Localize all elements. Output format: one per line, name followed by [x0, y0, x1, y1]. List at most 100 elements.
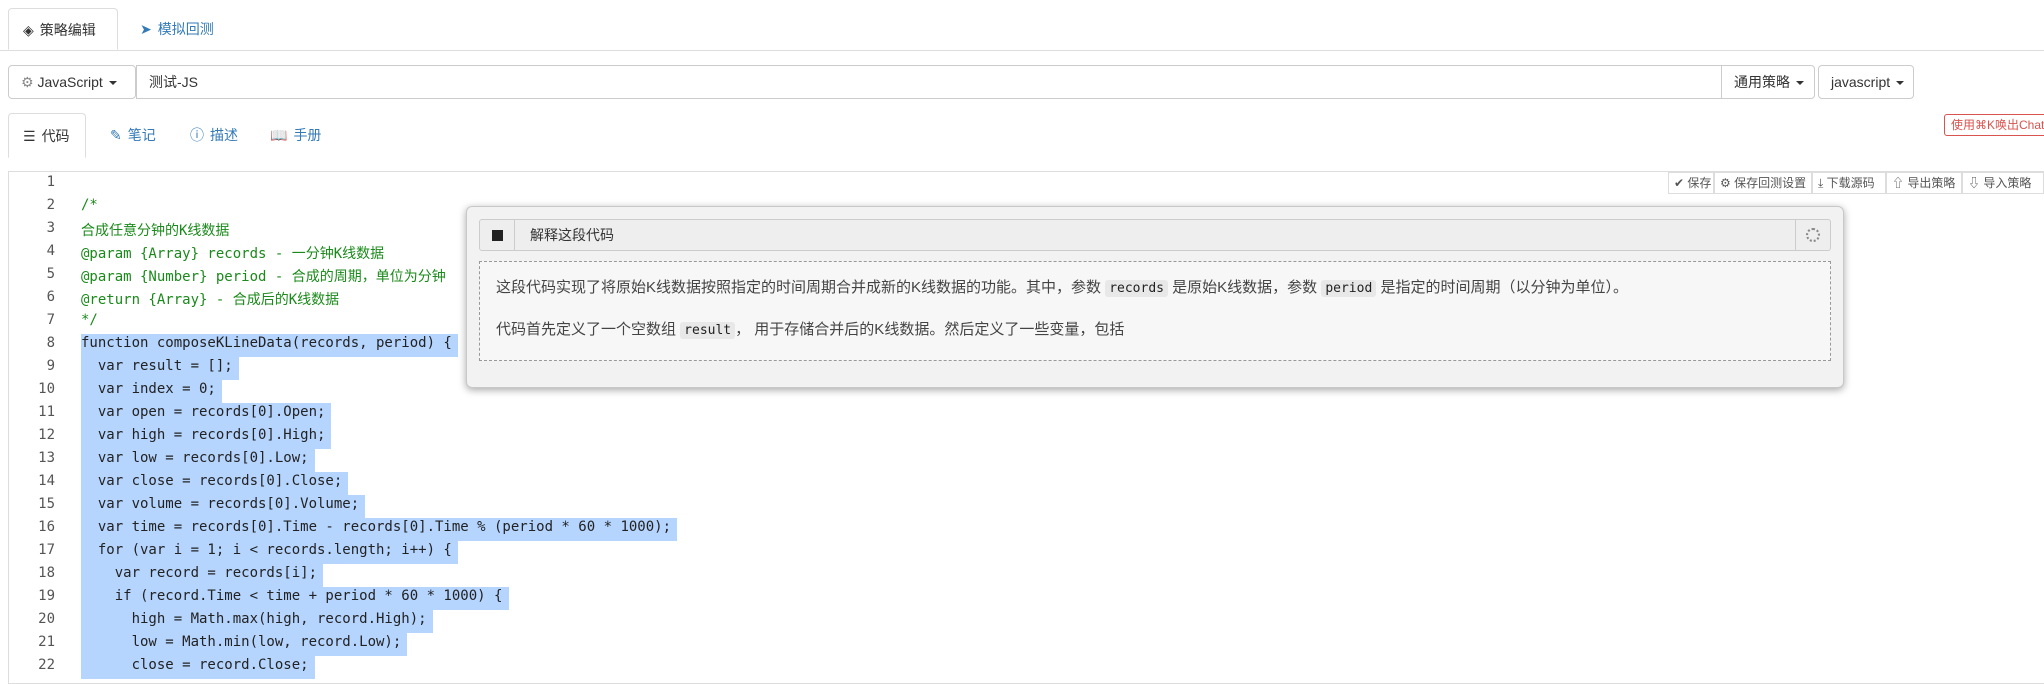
rocket-icon: ➤: [140, 21, 152, 37]
syntax-dropdown[interactable]: javascript: [1818, 65, 1914, 99]
download-source-button[interactable]: ⤓ 下载源码: [1812, 172, 1886, 194]
tab-simulated-backtest-label: 模拟回测: [157, 21, 214, 37]
import-label: 导入策略: [1983, 176, 2032, 190]
editor-toolbar: ✔ 保存 ⚙ 保存回测设置 ⤓ 下载源码 ⇧ 导出策略 ⇩ 导入策略: [1668, 172, 2044, 194]
top-tab-bar: ◈ 策略编辑 ➤ 模拟回测: [0, 0, 2044, 51]
line-number: 9: [46, 358, 55, 374]
explain-output: 这段代码实现了将原始K线数据按照指定的时间周期合并成新的K线数据的功能。其中，参…: [479, 261, 1831, 361]
line-number: 12: [38, 427, 55, 443]
caret-down-icon: [108, 81, 117, 86]
list-icon: ☰: [23, 128, 36, 144]
code-line: var high = records[0].High;: [81, 427, 326, 443]
code-line: var result = [];: [81, 358, 233, 374]
tab-description-label: 描述: [210, 127, 238, 143]
line-number: 18: [38, 565, 55, 581]
code-line: var record = records[i];: [81, 565, 318, 581]
line-number: 8: [46, 335, 55, 351]
tab-notes[interactable]: ✎ 笔记: [96, 113, 170, 158]
save-button[interactable]: ✔ 保存: [1668, 172, 1714, 194]
import-icon: ⇩: [1968, 176, 1981, 190]
stop-icon: [492, 230, 503, 241]
code-line: @param {Number} period - 合成的周期，单位为分钟: [81, 269, 446, 285]
line-gutter: 1 2 3 4 5 6 7 8 9 10 11 12 13 14 15 16 17 18 19 20 21 22: [9, 172, 61, 683]
inline-code: records: [1105, 280, 1168, 297]
explain-paragraph-2: 代码首先定义了一个空数组 result， 用于存储合并后的K线数据。然后定义了一…: [496, 318, 1124, 339]
code-line: var low = records[0].Low;: [81, 450, 309, 466]
code-line: high = Math.max(high, record.High);: [81, 611, 427, 627]
code-line: var time = records[0].Time - records[0].…: [81, 519, 672, 535]
code-line: var close = records[0].Close;: [81, 473, 343, 489]
explain-header: 解释这段代码: [479, 219, 1831, 251]
tab-code-label: 代码: [41, 128, 70, 144]
tab-strategy-edit-label: 策略编辑: [39, 22, 96, 38]
tab-strategy-edit[interactable]: ◈ 策略编辑: [8, 8, 118, 50]
strategy-type-dropdown[interactable]: 通用策略: [1721, 65, 1815, 99]
code-line: 合成任意分钟的K线数据: [81, 223, 230, 239]
book-icon: 📖: [270, 127, 288, 143]
line-number: 3: [46, 220, 55, 236]
import-strategy-button[interactable]: ⇩ 导入策略: [1962, 172, 2044, 194]
line-number: 16: [38, 519, 55, 535]
check-icon: ✔: [1674, 176, 1685, 190]
explain-code-popup: 解释这段代码 这段代码实现了将原始K线数据按照指定的时间周期合并成新的K线数据的…: [466, 206, 1844, 388]
code-line: @return {Array} - 合成后的K线数据: [81, 292, 340, 308]
code-line: close = record.Close;: [81, 657, 309, 673]
export-label: 导出策略: [1907, 176, 1956, 190]
code-line: @param {Array} records - 一分钟K线数据: [81, 246, 385, 262]
cubes-icon: ◈: [23, 22, 34, 38]
strategy-name-input[interactable]: 测试-JS: [136, 65, 1722, 99]
export-icon: ⇧: [1892, 176, 1905, 190]
editor-tab-bar: ☰ 代码 ✎ 笔记 ⓘ 描述 📖 手册: [8, 113, 2044, 158]
explain-text: ， 用于存储合并后的K线数据。然后定义了一些变量，包括: [735, 321, 1125, 338]
loading-spinner: [1795, 220, 1830, 250]
strategy-type-label: 通用策略: [1734, 74, 1790, 90]
line-number: 15: [38, 496, 55, 512]
tab-simulated-backtest[interactable]: ➤ 模拟回测: [126, 8, 228, 50]
tab-description[interactable]: ⓘ 描述: [176, 113, 252, 158]
line-number: 14: [38, 473, 55, 489]
spinner-icon: [1806, 228, 1820, 242]
code-line: low = Math.min(low, record.Low);: [81, 634, 402, 650]
save-backtest-settings-button[interactable]: ⚙ 保存回测设置: [1714, 172, 1812, 194]
tab-code[interactable]: ☰ 代码: [8, 113, 86, 158]
download-label: 下载源码: [1826, 176, 1875, 190]
explain-text: 代码首先定义了一个空数组: [496, 321, 681, 338]
download-icon: ⤓: [1818, 176, 1824, 190]
line-number: 22: [38, 657, 55, 673]
explain-paragraph-1: 这段代码实现了将原始K线数据按照指定的时间周期合并成新的K线数据的功能。其中，参…: [496, 276, 1628, 297]
line-number: 4: [46, 243, 55, 259]
explain-text: 是指定的时间周期（以分钟为单位）。: [1376, 279, 1628, 296]
line-number: 11: [38, 404, 55, 420]
code-line: /*: [81, 197, 98, 213]
save-backtest-label: 保存回测设置: [1734, 176, 1807, 190]
gear-icon: ⚙: [21, 74, 34, 90]
gear-icon: ⚙: [1720, 176, 1731, 190]
inline-code: result: [680, 322, 736, 339]
inline-code: period: [1321, 280, 1377, 297]
caret-down-icon: [1896, 81, 1905, 86]
language-dropdown-label: JavaScript: [37, 74, 103, 90]
explain-title: 解释这段代码: [530, 227, 614, 243]
line-number: 2: [46, 197, 55, 213]
tab-manual-label: 手册: [293, 127, 322, 143]
tab-manual[interactable]: 📖 手册: [256, 113, 335, 158]
caret-down-icon: [1796, 81, 1804, 86]
line-number: 21: [38, 634, 55, 650]
code-line: var open = records[0].Open;: [81, 404, 326, 420]
line-number: 6: [46, 289, 55, 305]
line-number: 20: [38, 611, 55, 627]
stop-button[interactable]: [480, 220, 515, 250]
export-strategy-button[interactable]: ⇧ 导出策略: [1886, 172, 1962, 194]
line-number: 17: [38, 542, 55, 558]
line-number: 5: [46, 266, 55, 282]
save-label: 保存: [1687, 176, 1712, 190]
explain-text: 是原始K线数据，参数: [1167, 279, 1322, 296]
tab-notes-label: 笔记: [127, 127, 156, 143]
code-line: function composeKLineData(records, perio…: [81, 335, 452, 351]
code-line: */: [81, 312, 98, 328]
chat-shortcut-hint[interactable]: 使用⌘K唤出Chat: [1944, 114, 2044, 136]
code-line: var index = 0;: [81, 381, 216, 397]
language-dropdown[interactable]: ⚙ JavaScript: [8, 65, 136, 99]
code-line: if (record.Time < time + period * 60 * 1…: [81, 588, 503, 604]
code-line: var volume = records[0].Volume;: [81, 496, 360, 512]
